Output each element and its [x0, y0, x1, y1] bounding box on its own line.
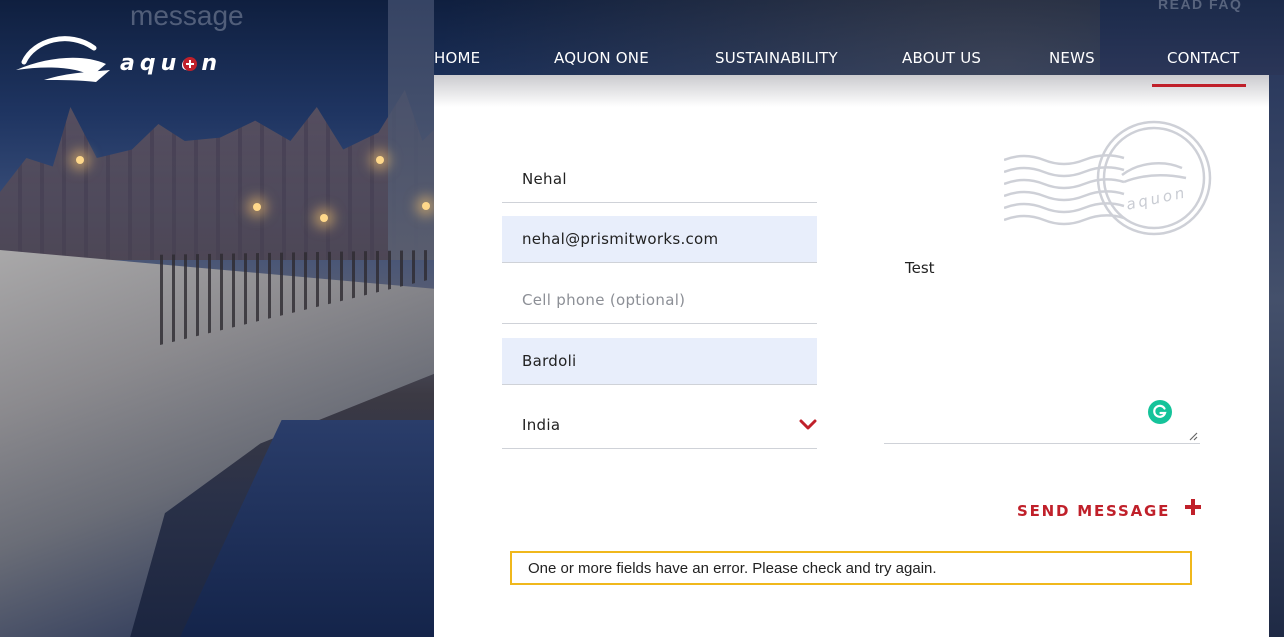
- background-heading: message: [130, 0, 244, 31]
- form-error-message: One or more fields have an error. Please…: [510, 551, 1192, 585]
- contact-form-card: aquon Nehal nehal@prismitworks.com Cell …: [434, 75, 1269, 637]
- nav-item-sustainability[interactable]: SUSTAINABILITY: [715, 49, 838, 67]
- street-lamp: [320, 214, 328, 222]
- street-lamp: [76, 156, 84, 164]
- email-field-value: nehal@prismitworks.com: [522, 230, 719, 248]
- background-right-strip: [1268, 75, 1284, 637]
- nav-item-contact[interactable]: CONTACT: [1167, 49, 1240, 67]
- email-field[interactable]: nehal@prismitworks.com: [502, 216, 817, 263]
- country-select[interactable]: India: [502, 402, 817, 449]
- message-textarea-value: Test: [905, 259, 935, 277]
- chevron-down-icon[interactable]: [799, 419, 817, 431]
- nav-item-home[interactable]: HOME: [434, 49, 480, 67]
- street-lamp: [253, 203, 261, 211]
- plus-icon[interactable]: [1185, 499, 1201, 515]
- name-field[interactable]: Nehal: [502, 156, 817, 203]
- send-message-button[interactable]: SEND MESSAGE: [1017, 502, 1170, 520]
- grammarly-icon[interactable]: [1148, 400, 1172, 424]
- form-error-text: One or more fields have an error. Please…: [528, 559, 937, 577]
- street-lamp: [376, 156, 384, 164]
- resize-handle-icon[interactable]: [1188, 431, 1198, 441]
- phone-field-placeholder: Cell phone (optional): [522, 291, 686, 309]
- city-field[interactable]: Bardoli: [502, 338, 817, 385]
- main-navigation: HOME AQUON ONE SUSTAINABILITY ABOUT US N…: [0, 49, 1284, 71]
- country-select-value: India: [522, 416, 561, 434]
- phone-field[interactable]: Cell phone (optional): [502, 277, 817, 324]
- read-faq-link[interactable]: READ FAQ: [1158, 0, 1242, 12]
- street-lamp: [422, 202, 430, 210]
- nav-active-indicator: [1152, 84, 1246, 87]
- city-field-value: Bardoli: [522, 352, 577, 370]
- nav-item-about-us[interactable]: ABOUT US: [902, 49, 981, 67]
- nav-item-news[interactable]: NEWS: [1049, 49, 1095, 67]
- postmark-stamp-icon: aquon: [1004, 120, 1212, 236]
- background-church-tower: [388, 0, 434, 260]
- card-top-shadow: [434, 75, 1269, 107]
- message-textarea[interactable]: Test: [884, 245, 1200, 444]
- name-field-value: Nehal: [522, 170, 567, 188]
- nav-item-aquon-one[interactable]: AQUON ONE: [554, 49, 649, 67]
- svg-text:aquon: aquon: [1125, 183, 1189, 213]
